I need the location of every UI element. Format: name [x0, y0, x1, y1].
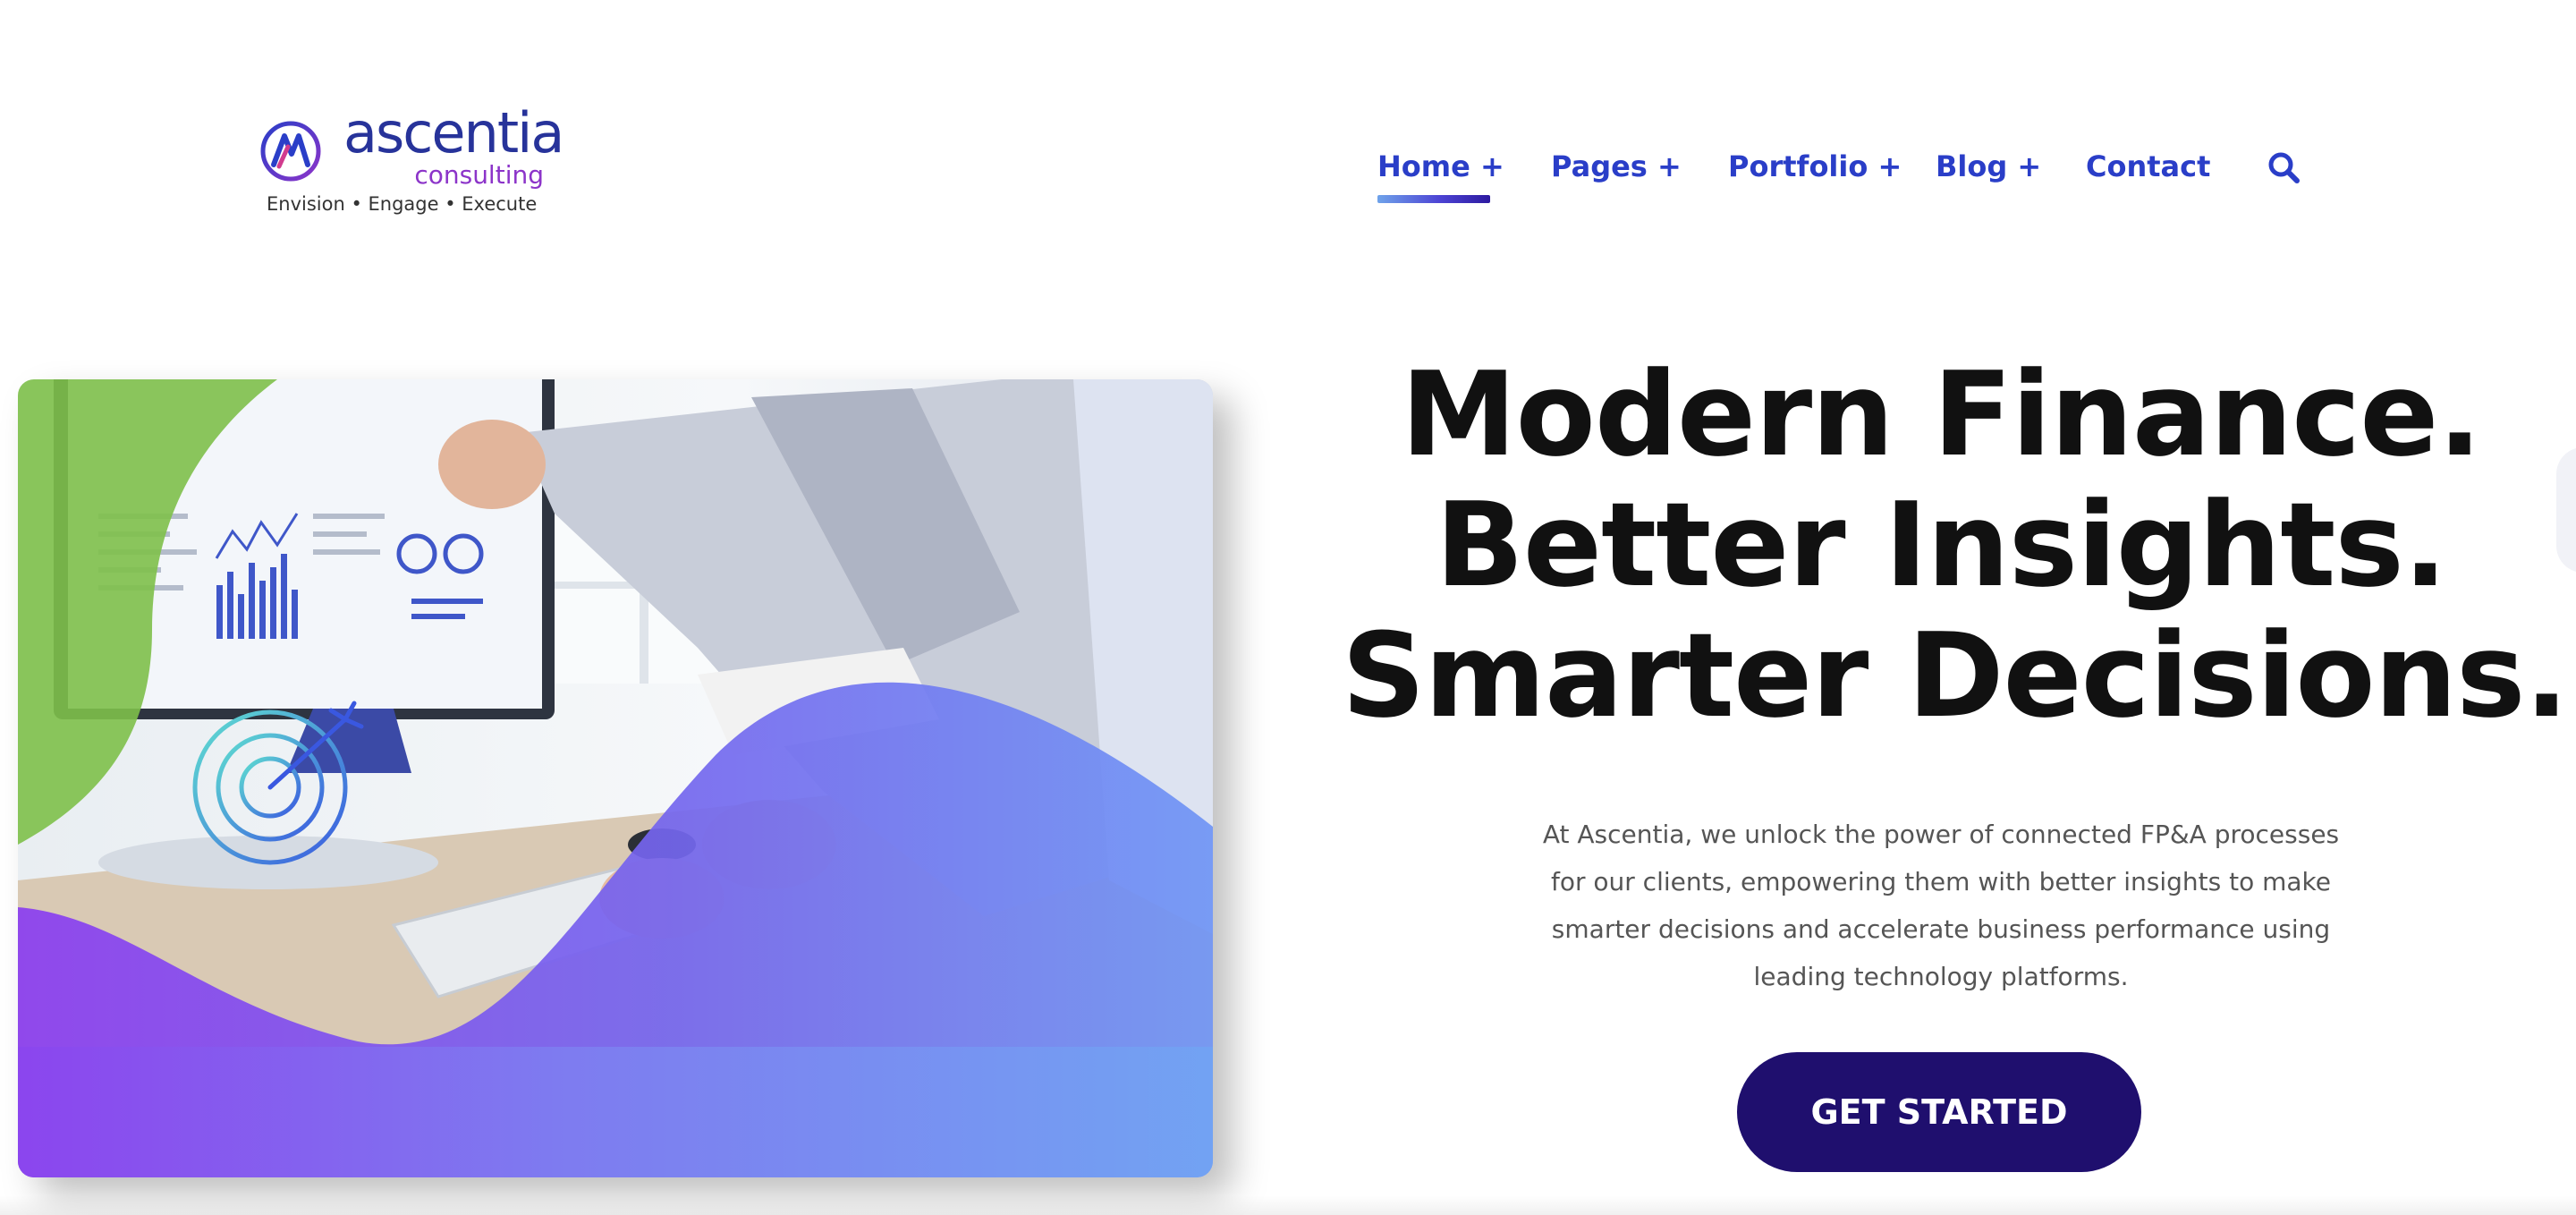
headline-line-2: Better Insights.	[1435, 477, 2447, 613]
get-started-button[interactable]: GET STARTED	[1737, 1052, 2141, 1172]
hero-description: At Ascentia, we unlock the power of conn…	[1542, 820, 2340, 991]
search-icon[interactable]	[2267, 150, 2302, 186]
logo-tagline: Envision • Engage • Execute	[267, 193, 538, 215]
ascentia-logo-mark	[260, 121, 321, 182]
nav-item-home[interactable]: Home +	[1377, 147, 1504, 186]
decorative-edge-shape	[2556, 447, 2576, 573]
nav-item-blog[interactable]: Blog +	[1936, 147, 2041, 186]
section-bottom-shade	[0, 1195, 2576, 1215]
nav-item-contact[interactable]: Contact	[2086, 147, 2210, 186]
hero-headline: Modern Finance. Better Insights. Smarter…	[1342, 346, 2569, 743]
nav-item-portfolio[interactable]: Portfolio +	[1728, 147, 1902, 186]
hero-image	[18, 379, 1213, 1177]
logo-wordmark: ascentia	[343, 100, 564, 166]
headline-line-1: Modern Finance.	[1401, 346, 2482, 482]
nav-active-indicator	[1377, 195, 1490, 203]
logo-subtitle: consulting	[414, 160, 544, 190]
headline-line-3: Smarter Decisions.	[1342, 608, 2569, 743]
site-logo[interactable]: ascentia consulting Envision • Engage • …	[259, 106, 564, 222]
nav-item-pages[interactable]: Pages +	[1551, 147, 1682, 186]
